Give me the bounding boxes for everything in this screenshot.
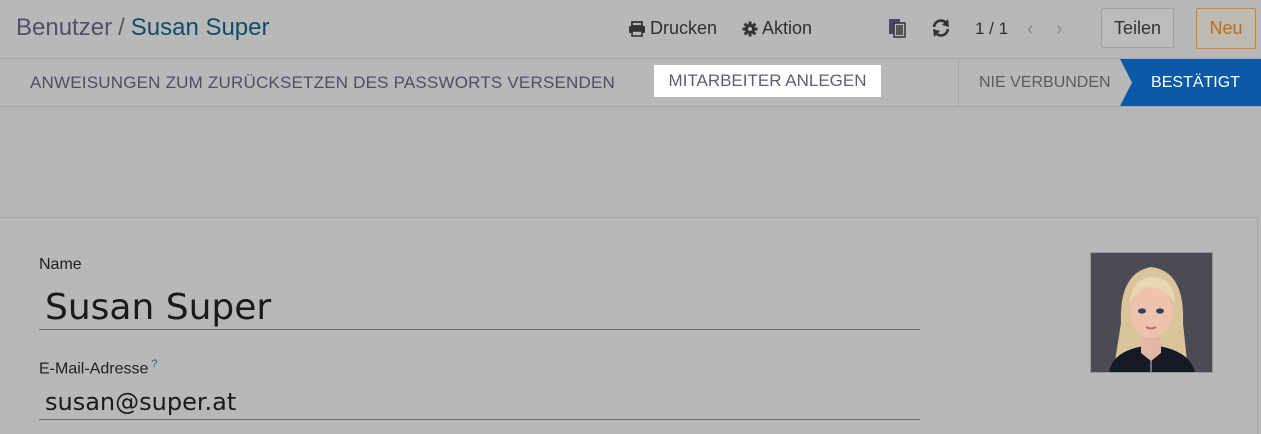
- copy-icon[interactable]: [886, 17, 908, 39]
- status-never-connected[interactable]: NIE VERBUNDEN: [979, 74, 1111, 92]
- avatar-image: [1091, 253, 1212, 372]
- action-label: Aktion: [762, 18, 813, 38]
- gear-icon: [742, 21, 758, 36]
- email-field[interactable]: susan@super.at: [39, 386, 920, 420]
- share-button[interactable]: Teilen: [1101, 8, 1174, 48]
- email-label: E-Mail-Adresse: [39, 360, 149, 378]
- pager-value[interactable]: 1 / 1: [975, 19, 1008, 39]
- send-reset-password-button[interactable]: ANWEISUNGEN ZUM ZURÜCKSETZEN DES PASSWOR…: [30, 73, 615, 93]
- avatar[interactable]: [1090, 252, 1213, 373]
- breadcrumb-separator: /: [118, 14, 125, 41]
- control-panel: Benutzer / Susan Super Drucken Aktion 1 …: [0, 0, 1261, 59]
- status-divider: [958, 59, 959, 106]
- breadcrumb-current: Susan Super: [130, 14, 270, 41]
- new-button[interactable]: Neu: [1196, 8, 1256, 49]
- email-label-row: E-Mail-Adresse?: [39, 358, 157, 378]
- status-confirmed[interactable]: BESTÄTIGT: [1120, 59, 1261, 106]
- breadcrumb: Benutzer / Susan Super: [16, 14, 270, 42]
- name-field[interactable]: Susan Super: [39, 286, 920, 330]
- form-statusbar: ANWEISUNGEN ZUM ZURÜCKSETZEN DES PASSWOR…: [0, 59, 1261, 107]
- chevron-right-icon[interactable]: ›: [1056, 18, 1063, 41]
- print-button[interactable]: Drucken: [628, 18, 717, 39]
- refresh-icon[interactable]: [930, 17, 952, 39]
- breadcrumb-parent[interactable]: Benutzer: [16, 14, 112, 41]
- email-help-tooltip[interactable]: ?: [151, 358, 157, 370]
- chevron-left-icon[interactable]: ‹: [1027, 18, 1034, 41]
- create-employee-button[interactable]: MITARBEITER ANLEGEN: [654, 65, 881, 97]
- print-label: Drucken: [650, 18, 718, 38]
- status-confirmed-label: BESTÄTIGT: [1151, 73, 1240, 91]
- printer-icon: [629, 20, 645, 37]
- name-label: Name: [39, 256, 82, 273]
- action-button[interactable]: Aktion: [742, 18, 812, 39]
